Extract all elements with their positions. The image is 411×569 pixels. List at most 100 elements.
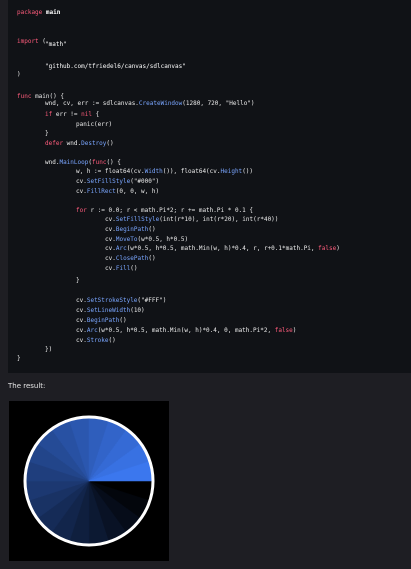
code-line: import (: [17, 37, 46, 47]
code-token: Stroke: [86, 337, 109, 344]
code-token: cv.: [105, 245, 116, 252]
code-line: cv.FillRect(0, 0, w, h): [76, 187, 159, 197]
code-token: (): [148, 255, 156, 262]
code-token: err !=: [52, 111, 82, 118]
code-line: cv.Stroke(): [76, 336, 116, 346]
code-token: }: [76, 277, 80, 284]
code-token: (): [106, 140, 114, 147]
code-line: cv.SetFillStyle(int(r*10), int(r*20), in…: [105, 215, 278, 225]
code-line: cv.SetFillStyle("#000"): [76, 177, 159, 187]
code-token: }: [17, 355, 21, 362]
code-token: BeginPath: [115, 226, 149, 233]
code-token: (): [130, 265, 138, 272]
code-token: }: [45, 130, 49, 137]
code-block: package main import ("math" "github.com/tf…: [8, 0, 411, 373]
code-line: cv.ClosePath(): [105, 254, 156, 264]
color-wheel-image: [23, 415, 155, 547]
code-token: cv.: [76, 188, 87, 195]
code-token: cv.: [105, 216, 116, 223]
code-token: () {: [106, 159, 121, 166]
code-token: func: [17, 93, 32, 100]
code-token: cv.: [105, 226, 116, 233]
code-line: if err != nil {: [45, 110, 99, 120]
code-token: nil: [81, 111, 92, 118]
code-line: cv.Arc(w*0.5, h*0.5, math.Min(w, h)*0.4,…: [105, 244, 340, 254]
code-line: cv.Fill(): [105, 264, 138, 274]
code-token: cv.: [76, 337, 87, 344]
code-line: "github.com/tfriedel6/canvas/sdlcanvas": [45, 62, 186, 72]
code-line: wnd, cv, err := sdlcanvas.CreateWindow(1…: [45, 99, 255, 109]
code-token: Width: [144, 168, 163, 175]
code-token: BeginPath: [86, 317, 120, 324]
code-line: }: [76, 276, 80, 286]
code-line: cv.SetLineWidth(10): [76, 306, 145, 316]
code-token: import: [17, 38, 39, 45]
code-token: func: [91, 159, 107, 166]
code-token: SetLineWidth: [86, 307, 131, 314]
code-token: SetFillStyle: [115, 216, 160, 223]
result-canvas: [9, 401, 169, 561]
code-token: cv.: [105, 265, 116, 272]
code-token: Height: [220, 168, 243, 175]
code-token: (): [108, 337, 116, 344]
code-token: CreateWindow: [138, 100, 183, 107]
code-token: (1280, 720, "Hello"): [182, 100, 255, 107]
code-token: FillRect: [86, 188, 116, 195]
code-token: defer: [45, 140, 64, 147]
code-line: ): [17, 70, 21, 80]
code-token: ): [292, 327, 297, 334]
code-line: }: [45, 129, 49, 139]
code-token: SetFillStyle: [86, 178, 131, 185]
code-token: MainLoop: [59, 159, 89, 166]
code-token: ): [17, 71, 21, 78]
code-line: package main: [17, 8, 60, 18]
code-token: Fill: [115, 265, 131, 272]
code-token: (int(r*10), int(r*20), int(r*40)): [159, 216, 279, 223]
code-token: ()), float64(cv.: [162, 168, 221, 175]
code-token: cv.: [76, 178, 87, 185]
code-token: cv.: [76, 297, 87, 304]
code-token: for: [76, 207, 87, 214]
code-token: (): [119, 317, 127, 324]
code-token: r := 0.0; r < math.Pi*2; r += math.Pi * …: [86, 207, 254, 214]
code-token: (0, 0, w, h): [115, 188, 160, 195]
code-token: package: [17, 9, 43, 16]
code-token: ()): [242, 168, 254, 175]
code-token: cv.: [76, 307, 87, 314]
code-token: cv.: [76, 327, 87, 334]
code-token: Destroy: [81, 140, 107, 147]
code-line: cv.Arc(w*0.5, h*0.5, math.Min(w, h)*0.4,…: [76, 326, 296, 336]
code-token: (w*0.5, h*0.5, math.Min(w, h)*0.4, 0, ma…: [97, 327, 275, 334]
code-token: wnd.: [45, 159, 60, 166]
code-token: (w*0.5, h*0.5, math.Min(w, h)*0.4, r, r+…: [126, 245, 319, 252]
code-token: ("#000"): [130, 178, 160, 185]
code-line: defer wnd.Destroy(): [45, 139, 114, 149]
code-token: MoveTo: [115, 236, 138, 243]
code-token: false: [274, 327, 293, 334]
code-token: "math": [45, 41, 67, 48]
code-token: wnd, cv, err := sdlcanvas.: [45, 100, 139, 107]
code-token: Arc: [115, 245, 127, 252]
code-token: (): [148, 226, 156, 233]
code-token: ClosePath: [115, 255, 149, 262]
code-token: cv.: [105, 255, 116, 262]
code-token: Arc: [86, 327, 98, 334]
code-token: panic(err): [76, 121, 113, 128]
code-token: (w*0.5, h*0.5): [137, 236, 189, 243]
code-line: cv.SetStrokeStyle("#FFF"): [76, 296, 166, 306]
code-line: cv.BeginPath(): [76, 316, 127, 326]
code-token: cv.: [105, 236, 116, 243]
code-token: w, h := float64(cv.: [76, 168, 145, 175]
code-line: "math": [45, 40, 67, 50]
code-token: (10): [130, 307, 145, 314]
code-token: cv.: [76, 317, 87, 324]
code-token: {: [91, 111, 100, 118]
code-token: wnd.: [63, 140, 82, 147]
code-line: }): [45, 345, 52, 355]
code-token: SetStrokeStyle: [86, 297, 138, 304]
code-token: main: [42, 9, 61, 16]
code-line: panic(err): [76, 120, 112, 130]
code-token: false: [318, 245, 337, 252]
code-token: ("#FFF"): [137, 297, 167, 304]
code-line: cv.BeginPath(): [105, 225, 156, 235]
